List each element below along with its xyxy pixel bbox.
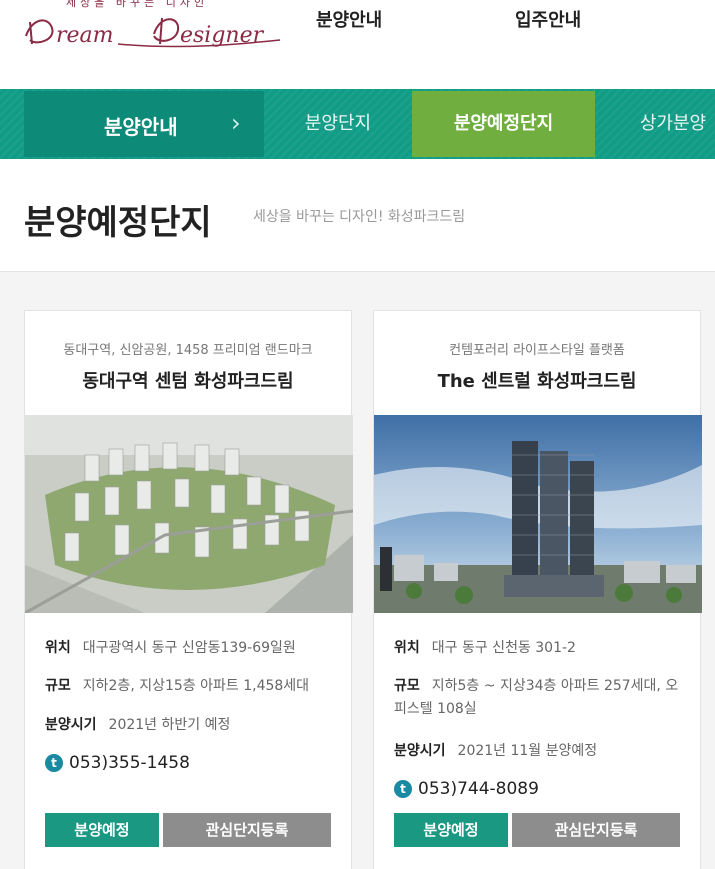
page-title-bar: 분양예정단지 세상을 바꾸는 디자인! 화성파크드림 xyxy=(0,159,715,272)
phone-value: 053)744-8089 xyxy=(418,779,539,799)
phone-number[interactable]: t 053)355-1458 xyxy=(45,753,190,773)
complex-tower-image[interactable] xyxy=(374,415,702,613)
page-subtitle: 세상을 바꾸는 디자인! 화성파크드림 xyxy=(253,209,466,225)
complex-card[interactable]: 컨템포러리 라이프스타일 플랫폼 The 센트럴 화성파크드림 위치 대구 동구… xyxy=(373,310,702,869)
phone-value: 053)355-1458 xyxy=(69,753,190,773)
svg-text:ream: ream xyxy=(56,23,114,48)
location-label: 위치 xyxy=(45,640,71,656)
site-header: 세상을 바꾸는 디자인 ream esigner 분양안내 입주안내 xyxy=(0,0,715,89)
svg-text:esigner: esigner xyxy=(180,23,265,48)
card-tagline: 컨템포러리 라이프스타일 플랫폼 xyxy=(449,343,625,358)
location-value: 대구 동구 신천동 301-2 xyxy=(431,640,576,656)
location-value: 대구광역시 동구 신암동139-69일원 xyxy=(82,640,296,656)
scale-label: 규모 xyxy=(394,678,420,694)
card-tagline: 동대구역, 신암공원, 1458 프리미엄 랜드마크 xyxy=(63,343,313,358)
info-scale: 규모 지하5층 ~ 지상34층 아파트 257세대, 오피스텔 108실 xyxy=(394,675,680,721)
period-value: 2021년 11월 분양예정 xyxy=(457,743,598,759)
period-label: 분양시기 xyxy=(45,717,97,733)
register-interest-button[interactable]: 관심단지등록 xyxy=(512,813,680,847)
scale-label: 규모 xyxy=(45,678,71,694)
subnav-current-label: 분양안내 xyxy=(104,115,178,139)
scale-value: 지하2층, 지상15층 아파트 1,458세대 xyxy=(82,678,310,694)
info-period: 분양시기 2021년 11월 분양예정 xyxy=(394,740,680,763)
scale-value: 지하5층 ~ 지상34층 아파트 257세대, 오피스텔 108실 xyxy=(394,678,679,717)
logo-script: ream esigner xyxy=(25,17,281,48)
tab-sale-complex[interactable]: 분양단지 xyxy=(264,91,412,157)
status-button[interactable]: 분양예정 xyxy=(394,813,508,847)
phone-number[interactable]: t 053)744-8089 xyxy=(394,779,539,799)
phone-icon: t xyxy=(45,754,63,772)
card-title[interactable]: The 센트럴 화성파크드림 xyxy=(374,367,700,393)
info-period: 분양시기 2021년 하반기 예정 xyxy=(45,714,331,737)
phone-icon: t xyxy=(394,780,412,798)
tab-commercial-sale[interactable]: 상가분양 xyxy=(618,91,715,157)
location-label: 위치 xyxy=(394,640,420,656)
sub-navigation: 분양안내 › 분양단지 분양예정단지 상가분양 xyxy=(0,89,715,159)
card-title[interactable]: 동대구역 센텀 화성파크드림 xyxy=(25,367,351,393)
info-location: 위치 대구 동구 신천동 301-2 xyxy=(394,637,680,660)
register-interest-button[interactable]: 관심단지등록 xyxy=(163,813,331,847)
status-button[interactable]: 분양예정 xyxy=(45,813,159,847)
logo[interactable]: 세상을 바꾸는 디자인 ream esigner xyxy=(22,0,282,54)
complex-card[interactable]: 동대구역, 신암공원, 1458 프리미엄 랜드마크 동대구역 센텀 화성파크드… xyxy=(24,310,353,869)
complex-aerial-image[interactable] xyxy=(25,415,353,613)
page-title: 분양예정단지 xyxy=(24,203,212,243)
period-label: 분양시기 xyxy=(394,743,446,759)
topnav-item-sales[interactable]: 분양안내 xyxy=(316,6,382,32)
info-scale: 규모 지하2층, 지상15층 아파트 1,458세대 xyxy=(45,675,331,698)
tab-upcoming-complex[interactable]: 분양예정단지 xyxy=(412,91,595,157)
subnav-current-section[interactable]: 분양안내 › xyxy=(24,91,264,157)
period-value: 2021년 하반기 예정 xyxy=(108,717,231,733)
topnav-item-move-in[interactable]: 입주안내 xyxy=(515,6,581,32)
chevron-right-icon: › xyxy=(231,109,241,137)
info-location: 위치 대구광역시 동구 신암동139-69일원 xyxy=(45,637,331,660)
